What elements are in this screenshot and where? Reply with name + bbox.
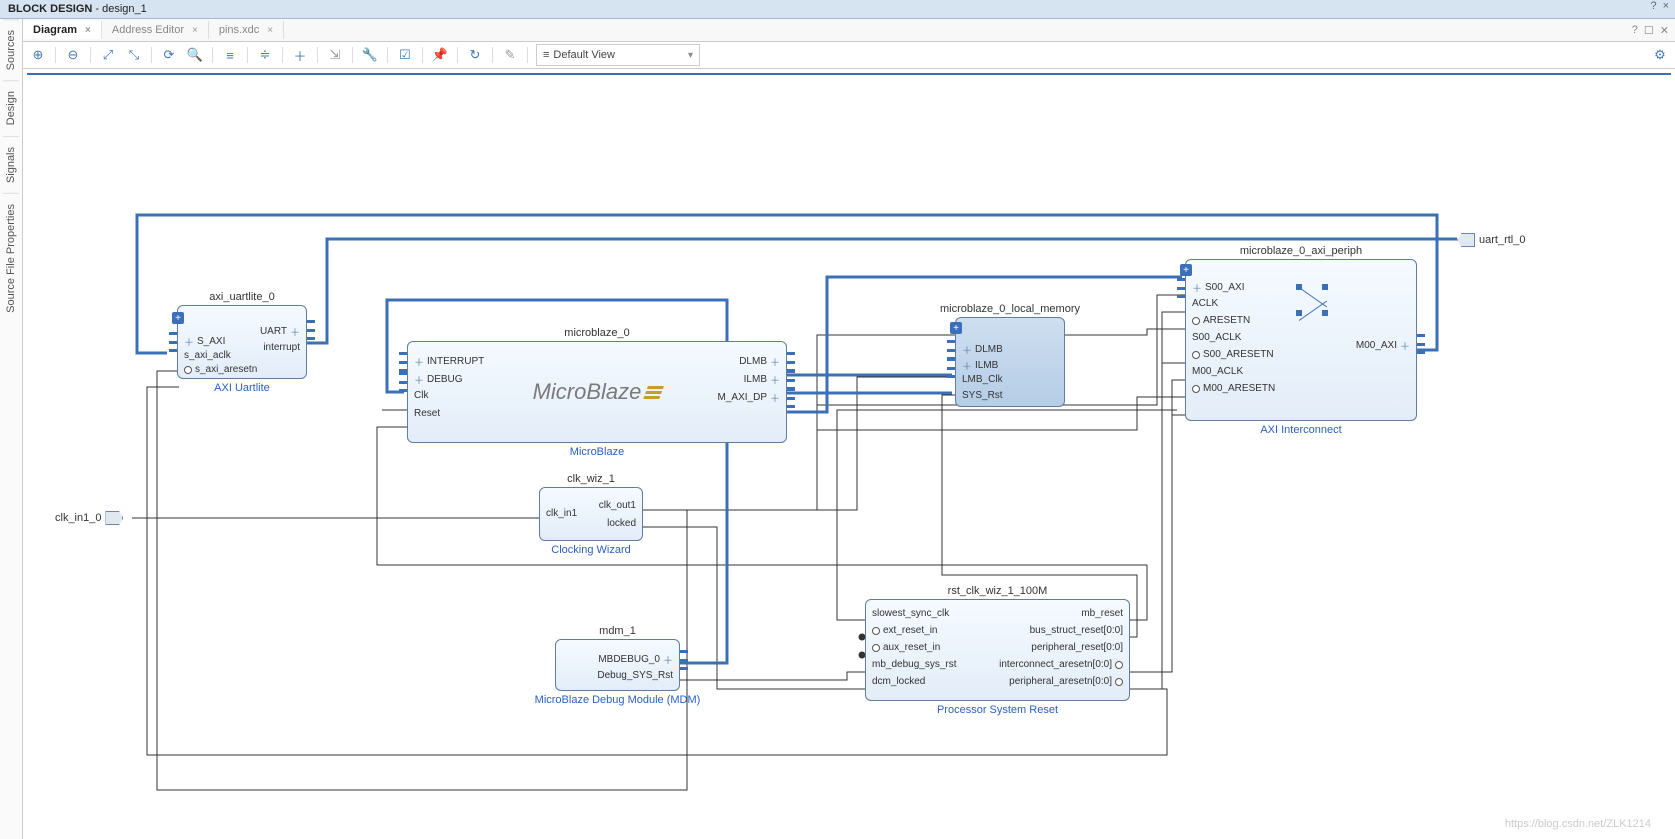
- side-tab-sources[interactable]: Sources: [3, 19, 19, 80]
- close-tab-icon[interactable]: ×: [85, 25, 91, 36]
- block-microblaze[interactable]: microblaze_0 ＋INTERRUPT ＋DEBUG Clk Reset…: [407, 327, 787, 458]
- block-subtitle: MicroBlaze: [407, 446, 787, 458]
- add-icon[interactable]: ＋: [291, 46, 309, 64]
- toolbar: ⊕ ⊖ ⤢ ⤡ ⟳ 🔍 ≡ ≑ ＋ ⇲ 🔧 ☑ 📌 ↻ ✎: [23, 42, 1675, 69]
- block-subtitle: MicroBlaze Debug Module (MDM): [515, 694, 720, 706]
- align-v-icon[interactable]: ≑: [256, 46, 274, 64]
- zoom-in-icon[interactable]: ⊕: [29, 46, 47, 64]
- title-bar: BLOCK DESIGN - design_1 ? ×: [0, 0, 1675, 19]
- microblaze-logo: MicroBlaze: [533, 379, 662, 405]
- wrench-icon[interactable]: 🔧: [361, 46, 379, 64]
- block-title: microblaze_0_axi_periph: [1185, 245, 1417, 257]
- align-h-icon[interactable]: ≡: [221, 46, 239, 64]
- block-subtitle: Clocking Wizard: [539, 544, 643, 556]
- expand-icon[interactable]: +: [172, 312, 184, 324]
- interconnect-icon: [1296, 284, 1336, 324]
- block-subtitle: Processor System Reset: [865, 704, 1130, 716]
- watermark: https://blog.csdn.net/ZLK1214: [1505, 818, 1651, 830]
- refresh-icon[interactable]: ⟳: [160, 46, 178, 64]
- close-tab-icon[interactable]: ×: [192, 25, 198, 36]
- pin-icon[interactable]: 📌: [431, 46, 449, 64]
- side-tab-source-props[interactable]: Source File Properties: [3, 193, 19, 323]
- block-subtitle: AXI Uartlite: [177, 382, 307, 394]
- help-icon[interactable]: ?: [1650, 0, 1656, 12]
- close-tab-icon[interactable]: ×: [267, 25, 273, 36]
- block-title: axi_uartlite_0: [177, 291, 307, 303]
- ext-port-clk-in[interactable]: clk_in1_0: [55, 511, 123, 525]
- block-local-memory[interactable]: microblaze_0_local_memory + ＋DLMB ＋ILMB …: [955, 303, 1065, 407]
- side-tab-design[interactable]: Design: [3, 80, 19, 135]
- block-axi-uartlite[interactable]: axi_uartlite_0 + ＋S_AXI s_axi_aclk s_axi…: [177, 291, 307, 394]
- window-title: BLOCK DESIGN - design_1: [8, 3, 147, 15]
- block-title: clk_wiz_1: [539, 473, 643, 485]
- diagram-canvas[interactable]: clk_in1_0 uart_rtl_0 axi_uartlite_0 + ＋S…: [27, 73, 1671, 836]
- ext-port-uart-rtl[interactable]: uart_rtl_0: [1457, 233, 1525, 247]
- block-title: mdm_1: [555, 625, 680, 637]
- zoom-fit-icon[interactable]: ⤢: [99, 46, 117, 64]
- stamp-icon[interactable]: ✎: [501, 46, 519, 64]
- tab-address-editor[interactable]: Address Editor×: [102, 21, 209, 39]
- zoom-fit-sel-icon[interactable]: ⤡: [125, 46, 143, 64]
- block-axi-interconnect[interactable]: microblaze_0_axi_periph + ＋S00_AXI ACLK …: [1185, 245, 1417, 436]
- block-title: rst_clk_wiz_1_100M: [865, 585, 1130, 597]
- block-clk-wiz[interactable]: clk_wiz_1 clk_in1 clk_out1 locked Clocki…: [539, 473, 643, 556]
- redo-icon[interactable]: ↻: [466, 46, 484, 64]
- block-title: microblaze_0: [407, 327, 787, 339]
- validate-icon[interactable]: ☑: [396, 46, 414, 64]
- view-select[interactable]: ≡Default View: [536, 44, 700, 66]
- side-tab-strip: Sources Design Signals Source File Prope…: [0, 19, 23, 839]
- link-icon[interactable]: ⇲: [326, 46, 344, 64]
- gear-icon[interactable]: ⚙: [1651, 46, 1669, 64]
- block-proc-sys-reset[interactable]: rst_clk_wiz_1_100M slowest_sync_clk ext_…: [865, 585, 1130, 716]
- tab-bar: Diagram× Address Editor× pins.xdc× ? ☐ ✕: [23, 19, 1675, 42]
- tab-diagram[interactable]: Diagram×: [23, 21, 102, 39]
- search-icon[interactable]: 🔍: [186, 46, 204, 64]
- close-panel-icon[interactable]: ✕: [1660, 24, 1669, 37]
- expand-icon[interactable]: +: [950, 322, 962, 334]
- side-tab-signals[interactable]: Signals: [3, 136, 19, 193]
- close-icon[interactable]: ×: [1663, 0, 1669, 12]
- expand-icon[interactable]: +: [1180, 264, 1192, 276]
- tab-pins-xdc[interactable]: pins.xdc×: [209, 21, 284, 39]
- zoom-out-icon[interactable]: ⊖: [64, 46, 82, 64]
- block-mdm[interactable]: mdm_1 MBDEBUG_0＋ Debug_SYS_Rst MicroBlaz…: [555, 625, 680, 706]
- block-title: microblaze_0_local_memory: [915, 303, 1105, 315]
- help-icon[interactable]: ?: [1632, 24, 1638, 37]
- maximize-icon[interactable]: ☐: [1644, 24, 1654, 37]
- block-subtitle: AXI Interconnect: [1185, 424, 1417, 436]
